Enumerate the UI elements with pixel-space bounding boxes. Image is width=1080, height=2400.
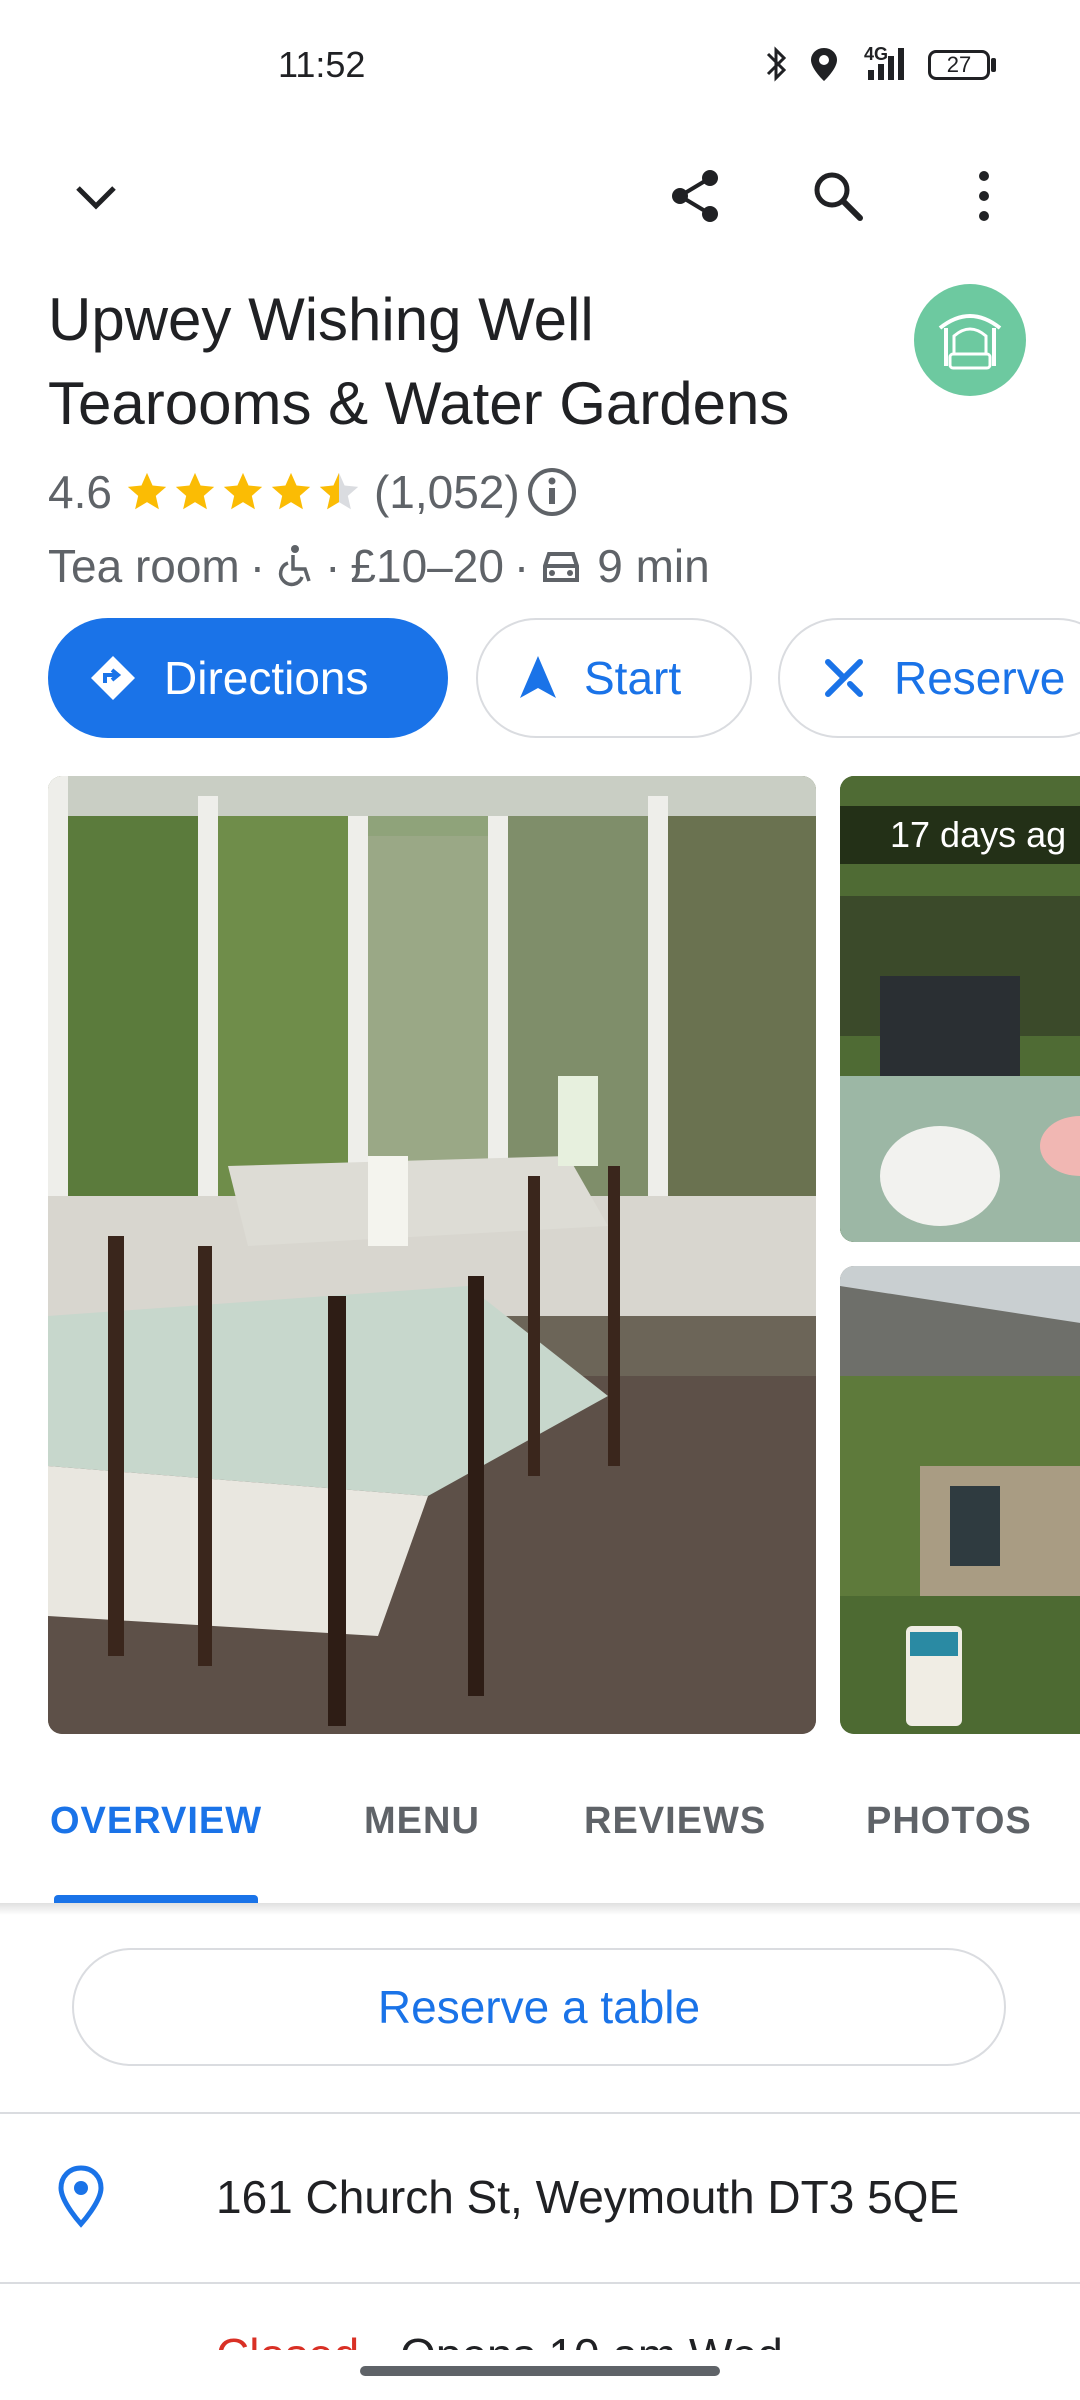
star-full-icon (223, 472, 263, 510)
battery-level: 27 (946, 52, 972, 77)
reserve-table-label: Reserve a table (377, 1981, 701, 2033)
rating-row[interactable]: 4.6 (1,052) (48, 462, 578, 522)
start-button[interactable]: Start (476, 618, 752, 738)
drive-time: 9 min (597, 540, 710, 592)
star-full-icon (271, 472, 311, 510)
photo-age-badge: 17 days ag (840, 806, 1080, 864)
directions-icon (91, 656, 135, 700)
reserve-button[interactable]: Reserve (778, 618, 1080, 738)
more-options-button[interactable] (948, 160, 1020, 232)
more-vert-icon (979, 171, 989, 221)
share-icon (672, 170, 718, 222)
category-label: Tea room (48, 540, 240, 592)
gesture-nav-handle[interactable] (360, 2366, 720, 2376)
wishing-well-logo-icon (938, 314, 1002, 370)
directions-button[interactable]: Directions (48, 618, 448, 738)
signal-icon (868, 48, 904, 80)
star-full-icon (127, 472, 167, 510)
rating-stars (124, 469, 364, 515)
battery-tip (991, 58, 996, 72)
tab-reviews[interactable]: REVIEWS (584, 1800, 766, 1843)
hours-detail: · Opens 10 am Wed (359, 2329, 783, 2350)
meta-row: Tea room · · £10–20 · 9 min (48, 536, 710, 596)
hours-status: Closed (216, 2329, 359, 2350)
car-icon (543, 552, 580, 582)
photo-main[interactable] (48, 776, 816, 1734)
status-time: 11:52 (278, 44, 366, 85)
bluetooth-icon (766, 46, 787, 82)
reserve-label: Reserve (894, 652, 1066, 704)
address-text: 161 Church St, Weymouth DT3 5QE (216, 2171, 960, 2223)
tab-overview[interactable]: OVERVIEW (50, 1800, 262, 1843)
hours-text: Closed · Opens 10 am Wed (216, 2328, 783, 2350)
place-title-line1: Upwey Wishing Well (48, 286, 594, 353)
collapse-button[interactable] (60, 160, 132, 232)
active-tab-indicator (54, 1895, 258, 1903)
reserve-table-button[interactable]: Reserve a table (72, 1948, 1006, 2066)
place-logo[interactable] (914, 284, 1026, 396)
place-title-line2: Tearooms & Water Gardens (48, 370, 790, 437)
wheelchair-icon (278, 545, 311, 587)
restaurant-icon (825, 659, 863, 697)
collapse-chevron-icon (76, 186, 116, 210)
navigation-arrow-icon (520, 656, 556, 698)
place-title: Upwey Wishing Well Tearooms & Water Gard… (48, 278, 848, 446)
tab-photos[interactable]: PHOTOS (866, 1800, 1032, 1843)
divider (0, 2112, 1080, 2114)
location-pin-icon (58, 2165, 104, 2228)
search-icon (814, 172, 863, 221)
review-count: (1,052) (373, 466, 520, 518)
tab-bar-shadow (0, 1903, 1080, 1915)
battery-icon: 27 (928, 50, 990, 80)
star-half-icon (319, 472, 359, 510)
location-icon (811, 48, 837, 81)
share-button[interactable] (660, 160, 732, 232)
separator-dot: · (325, 540, 341, 592)
star-full-icon (175, 472, 215, 510)
photo-side-1[interactable]: 17 days ag (840, 776, 1080, 1242)
cottage-exterior-photo (840, 1266, 1080, 1734)
photo-side-2[interactable] (840, 1266, 1080, 1734)
search-button[interactable] (802, 160, 874, 232)
rating-value: 4.6 (48, 466, 112, 518)
separator-dot: · (249, 540, 266, 592)
divider (0, 2282, 1080, 2284)
start-label: Start (584, 652, 682, 704)
info-icon[interactable] (526, 466, 578, 518)
separator-dot: · (513, 540, 530, 592)
hours-row[interactable]: Closed · Opens 10 am Wed (0, 2310, 1080, 2350)
price-range: £10–20 (350, 540, 504, 592)
conservatory-photo (48, 776, 816, 1734)
directions-label: Directions (164, 652, 369, 704)
tab-menu[interactable]: MENU (364, 1800, 480, 1843)
